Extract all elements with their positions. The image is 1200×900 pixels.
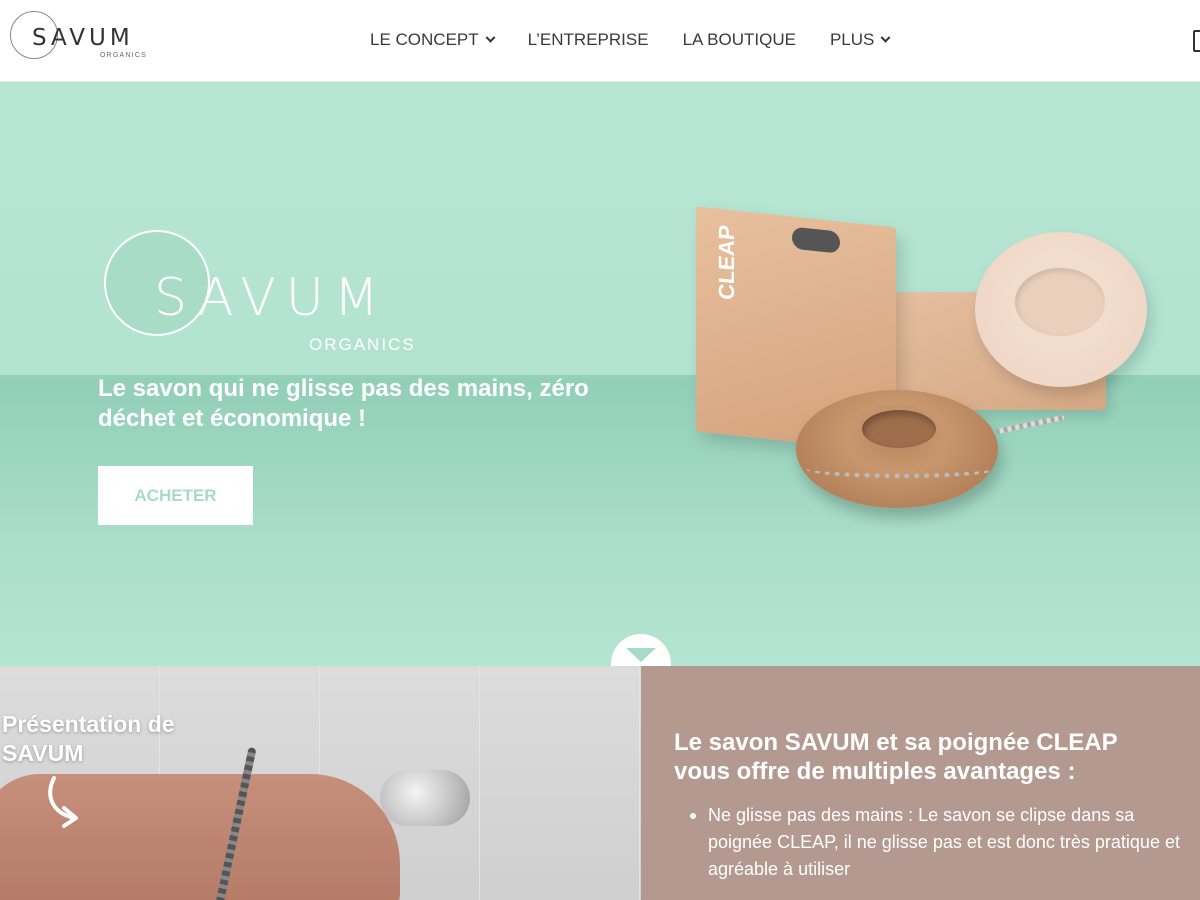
chevron-down-icon xyxy=(880,32,891,43)
main-nav: LE CONCEPT L’ENTREPRISE LA BOUTIQUE PLUS xyxy=(370,30,923,50)
soap-dent xyxy=(1015,268,1105,336)
hero-tagline: Le savon qui ne glisse pas des mains, zé… xyxy=(98,375,589,432)
site-logo[interactable]: SAVUM ORGANICS xyxy=(10,10,160,66)
curved-arrow-icon xyxy=(48,776,78,828)
nav-item-label: LE CONCEPT xyxy=(370,30,479,49)
faucet-image xyxy=(380,770,470,826)
benefits-list: Ne glisse pas des mains : Le savon se cl… xyxy=(690,802,1195,883)
list-item: Ne glisse pas des mains : Le savon se cl… xyxy=(690,802,1195,883)
cleap-holder-image xyxy=(796,390,998,508)
hero-section: SAVUM ORGANICS Le savon qui ne glisse pa… xyxy=(0,82,1200,666)
holder-hole xyxy=(862,410,936,448)
rope-image xyxy=(806,460,996,478)
cart-icon[interactable] xyxy=(1193,30,1200,52)
nav-item-plus[interactable]: PLUS xyxy=(829,30,891,50)
nav-item-boutique[interactable]: LA BOUTIQUE xyxy=(683,30,796,50)
nav-item-label: LA BOUTIQUE xyxy=(682,30,796,49)
hero-logo-wordmark: SAVUM xyxy=(154,268,389,328)
video-title: Présentation de SAVUM xyxy=(2,711,175,766)
soap-image xyxy=(975,232,1147,387)
buy-button[interactable]: ACHETER xyxy=(98,466,253,525)
site-header: SAVUM ORGANICS LE CONCEPT L’ENTREPRISE L… xyxy=(0,0,1200,82)
nav-item-concept[interactable]: LE CONCEPT xyxy=(370,30,496,50)
benefits-title: Le savon SAVUM et sa poignée CLEAP vous … xyxy=(674,729,1118,785)
chevron-down-icon xyxy=(485,32,496,43)
nav-item-label: PLUS xyxy=(829,30,875,49)
logo-subtitle: ORGANICS xyxy=(100,52,147,59)
box-window xyxy=(792,226,840,254)
hero-logo-subtitle: ORGANICS xyxy=(309,335,416,354)
benefits-panel: Le savon SAVUM et sa poignée CLEAP vous … xyxy=(641,666,1200,900)
video-panel[interactable]: Présentation de SAVUM xyxy=(0,666,641,900)
logo-wordmark: SAVUM xyxy=(32,25,134,51)
nav-item-label: L’ENTREPRISE xyxy=(527,30,649,49)
product-box-label: CLEAP xyxy=(714,223,739,302)
wall-tile xyxy=(480,666,640,900)
nav-item-entreprise[interactable]: L’ENTREPRISE xyxy=(528,30,649,50)
